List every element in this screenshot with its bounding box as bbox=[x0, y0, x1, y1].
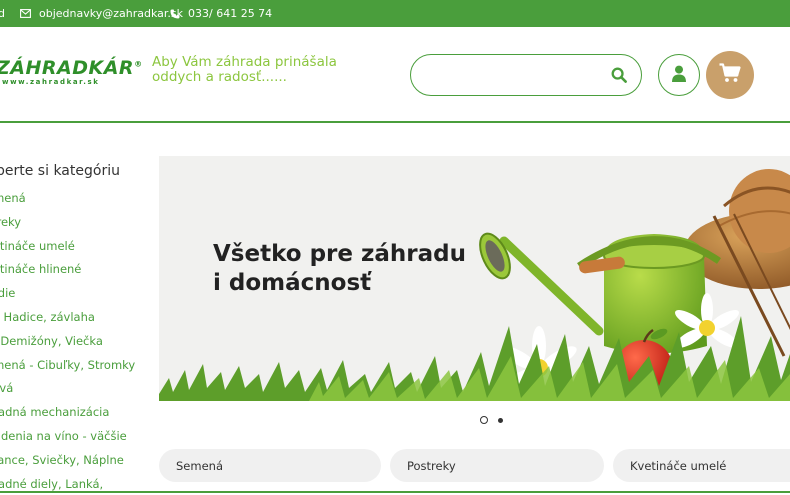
sidebar-item-semena[interactable]: emená bbox=[0, 187, 135, 211]
logo-url: www.zahradkar.sk bbox=[2, 78, 100, 86]
search-input[interactable] bbox=[427, 65, 607, 85]
search-box bbox=[410, 54, 642, 96]
phone-icon bbox=[170, 9, 180, 19]
sidebar-item-zahradna-mechanizacia[interactable]: hradná mechanizácia bbox=[0, 401, 135, 425]
category-pill-kvetinace-umele[interactable]: Kvetináče umelé bbox=[613, 449, 790, 482]
phone-number[interactable]: 033/ 641 25 74 bbox=[188, 7, 272, 20]
bottom-divider bbox=[0, 491, 790, 493]
header: ZÁHRADKÁR® www.zahradkar.sk Aby Vám záhr… bbox=[0, 27, 790, 121]
logo[interactable]: ZÁHRADKÁR® www.zahradkar.sk bbox=[0, 57, 143, 89]
sidebar-item-hnojiva[interactable]: ojivá bbox=[0, 377, 135, 401]
sidebar-item-naradie[interactable]: radie bbox=[0, 282, 135, 306]
category-list: emená streky vetináče umelé vetináče hli… bbox=[0, 187, 135, 495]
envelope-icon bbox=[20, 9, 31, 18]
top-bar: d objednavky@zahradkar.sk 033/ 641 25 74 bbox=[0, 0, 790, 27]
sidebar-item-zariadenia-na-vino[interactable]: riadenia na víno - väčšie bbox=[0, 425, 135, 449]
user-icon bbox=[671, 65, 687, 86]
sidebar-item-kvetinace-hlinene[interactable]: vetináče hlinené bbox=[0, 258, 135, 282]
sidebar-item-cibulky-stromky[interactable]: emená - Cibuľky, Stromky bbox=[0, 354, 135, 378]
category-pill-postreky[interactable]: Postreky bbox=[390, 449, 604, 482]
slider-dot-2[interactable] bbox=[498, 417, 503, 423]
cart-icon bbox=[719, 63, 741, 87]
hero-banner[interactable]: Všetko pre záhradu i domácnosť bbox=[159, 156, 790, 401]
sidebar-item-postreky[interactable]: streky bbox=[0, 211, 135, 235]
banner-title: Všetko pre záhradu i domácnosť bbox=[213, 241, 466, 296]
slider-dots bbox=[480, 416, 503, 424]
category-pill-semena[interactable]: Semená bbox=[159, 449, 381, 482]
sidebar-title: berte si kategóriu bbox=[0, 163, 120, 179]
logo-wordmark: ZÁHRADKÁR® bbox=[0, 57, 143, 79]
slider-dot-1[interactable] bbox=[480, 416, 488, 424]
topbar-cut-label: d bbox=[0, 7, 5, 20]
search-icon[interactable] bbox=[611, 67, 627, 87]
sidebar-item-hadice-zavlaha[interactable]: ia, Hadice, závlaha bbox=[0, 306, 135, 330]
user-account-button[interactable] bbox=[658, 54, 700, 96]
topbar-email[interactable]: objednavky@zahradkar.sk bbox=[20, 0, 183, 27]
sidebar-item-kahance-sviecky[interactable]: mance, Sviečky, Náplne bbox=[0, 449, 135, 473]
sidebar-item-demizony-vieccka[interactable]: o, Demižóny, Viečka bbox=[0, 330, 135, 354]
topbar-phone[interactable]: 033/ 641 25 74 bbox=[170, 0, 272, 27]
email-link[interactable]: objednavky@zahradkar.sk bbox=[39, 7, 183, 20]
cart-button[interactable] bbox=[706, 51, 754, 99]
header-divider bbox=[0, 121, 790, 123]
sidebar-item-kvetinace-umele[interactable]: vetináče umelé bbox=[0, 235, 135, 259]
tagline: Aby Vám záhrada prinášala oddych a rados… bbox=[152, 54, 337, 85]
